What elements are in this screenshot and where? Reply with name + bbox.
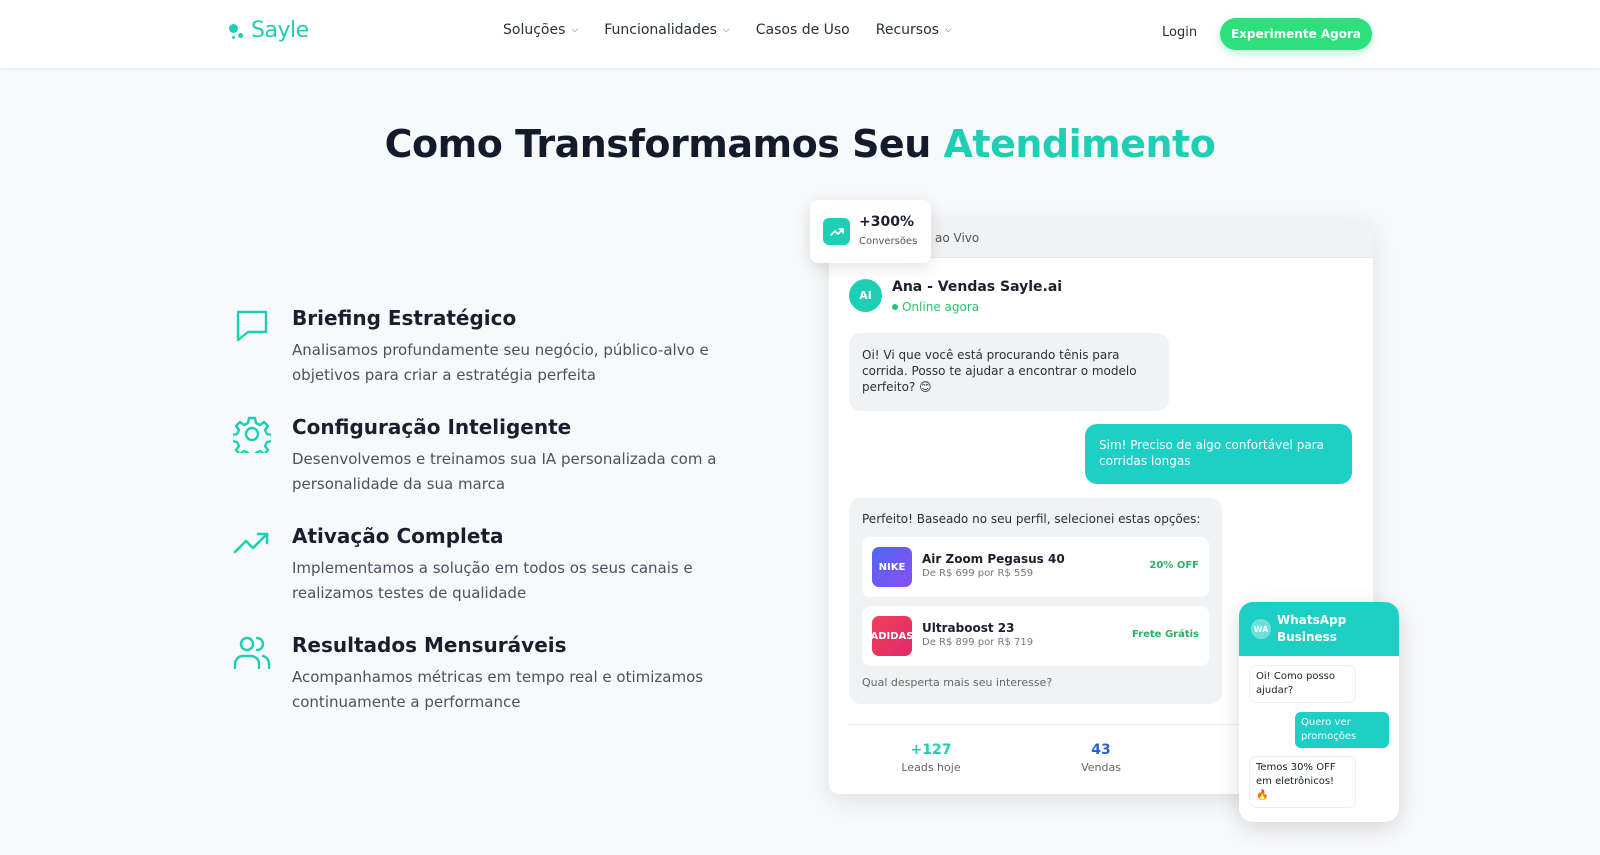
product-offer-message: Perfeito! Baseado no seu perfil, selecio…: [849, 498, 1222, 704]
whatsapp-incoming-message: Temos 30% OFF em eletrônicos! 🔥: [1250, 757, 1355, 807]
chat-topbar-label: ao Vivo: [935, 231, 980, 245]
step-title: Briefing Estratégico: [292, 306, 517, 330]
step-briefing: Briefing Estratégico Analisamos profunda…: [233, 306, 733, 386]
nav-item-funcionalidades[interactable]: Funcionalidades ⌵: [604, 22, 730, 38]
stat-label: Leads hoje: [901, 761, 961, 774]
trending-up-icon: [823, 218, 850, 245]
stat-value: +127: [910, 742, 952, 758]
badge-label: Conversões: [859, 236, 918, 247]
stat-leads: +127 Leads hoje: [871, 742, 991, 774]
try-now-button[interactable]: Experimente Agora: [1220, 18, 1372, 50]
title-accent: Atendimento: [943, 122, 1216, 166]
whatsapp-title: WhatsApp Business: [1277, 613, 1347, 644]
product-price: De R$ 899 por R$ 719: [922, 637, 1034, 648]
step-description: Acompanhamos métricas em tempo real e ot…: [292, 668, 704, 711]
login-link[interactable]: Login: [1162, 25, 1197, 40]
nav-item-solucoes[interactable]: Soluções ⌵: [503, 22, 578, 38]
adidas-logo: ADIDAS: [871, 616, 914, 656]
product-card[interactable]: ADIDAS Ultraboost 23 De R$ 899 por R$ 71…: [862, 606, 1209, 666]
product-card[interactable]: NIKE Air Zoom Pegasus 40 De R$ 699 por R…: [862, 537, 1209, 597]
whatsapp-incoming-message: Oi! Como posso ajudar?: [1250, 666, 1355, 702]
nav-item-label: Recursos: [875, 22, 939, 38]
product-tag: Frete Grátis: [1132, 629, 1199, 640]
whatsapp-header: WA WhatsApp Business: [1239, 602, 1399, 656]
online-dot-icon: [892, 304, 898, 310]
step-description: Analisamos profundamente seu negócio, pú…: [292, 341, 709, 384]
title-main: Como Transformamos Seu: [384, 122, 944, 166]
step-title: Ativação Completa: [292, 524, 504, 548]
product-name: Ultraboost 23: [922, 621, 1015, 635]
product-tag: 20% OFF: [1149, 560, 1199, 571]
nav-item-label: Casos de Uso: [755, 22, 850, 38]
offer-intro: Perfeito! Baseado no seu perfil, selecio…: [862, 512, 1201, 526]
chevron-down-icon: ⌵: [944, 25, 952, 35]
conversion-badge: +300% Conversões: [810, 200, 931, 263]
agent-name: Ana - Vendas Sayle.ai: [892, 279, 1063, 295]
main-nav: Soluções ⌵ Funcionalidades ⌵ Casos de Us…: [503, 22, 952, 38]
logo-mark-icon: [229, 20, 247, 42]
stat-label: Vendas: [1081, 761, 1121, 774]
chat-bubble-icon: [236, 310, 268, 342]
nav-item-recursos[interactable]: Recursos ⌵: [876, 22, 952, 38]
incoming-message: Oi! Vi que você está procurando tênis pa…: [849, 333, 1169, 411]
page-title: Como Transformamos Seu Atendimento: [0, 122, 1600, 166]
step-title: Configuração Inteligente: [292, 415, 572, 439]
step-ativacao: Ativação Completa Implementamos a soluçã…: [233, 524, 733, 604]
nav-item-label: Soluções: [503, 22, 566, 38]
trending-up-icon: [233, 532, 269, 554]
avatar: AI: [849, 279, 882, 312]
outgoing-message: Sim! Preciso de algo confortável para co…: [1085, 424, 1352, 484]
nike-logo: NIKE: [872, 547, 912, 587]
product-name: Air Zoom Pegasus 40: [922, 552, 1065, 566]
whatsapp-widget: WA WhatsApp Business Oi! Como posso ajud…: [1239, 602, 1399, 822]
product-price: De R$ 699 por R$ 559: [922, 568, 1034, 579]
nav-item-label: Funcionalidades: [604, 22, 717, 38]
agent-status-text: Online agora: [902, 300, 980, 314]
whatsapp-icon: WA: [1251, 619, 1271, 639]
badge-value: +300%: [859, 214, 914, 230]
brand-logo[interactable]: Sayle: [229, 18, 309, 43]
offer-question: Qual desperta mais seu interesse?: [862, 676, 1053, 689]
step-title: Resultados Mensuráveis: [292, 633, 567, 657]
step-description: Implementamos a solução em todos os seus…: [292, 559, 693, 602]
site-header: Sayle Soluções ⌵ Funcionalidades ⌵ Casos…: [0, 0, 1600, 68]
stat-value: 43: [1091, 742, 1111, 758]
agent-status: Online agora: [892, 300, 979, 314]
users-icon: [233, 636, 271, 670]
step-resultados: Resultados Mensuráveis Acompanhamos métr…: [233, 633, 733, 713]
nav-item-casos-de-uso[interactable]: Casos de Uso: [756, 22, 850, 38]
chevron-down-icon: ⌵: [571, 25, 579, 35]
chevron-down-icon: ⌵: [722, 25, 730, 35]
stat-sales: 43 Vendas: [1041, 742, 1161, 774]
gear-icon: [233, 416, 271, 453]
brand-name: Sayle: [251, 18, 309, 43]
whatsapp-outgoing-message: Quero ver promoções: [1295, 712, 1389, 748]
step-description: Desenvolvemos e treinamos sua IA persona…: [292, 450, 717, 493]
step-configuracao: Configuração Inteligente Desenvolvemos e…: [233, 415, 733, 495]
